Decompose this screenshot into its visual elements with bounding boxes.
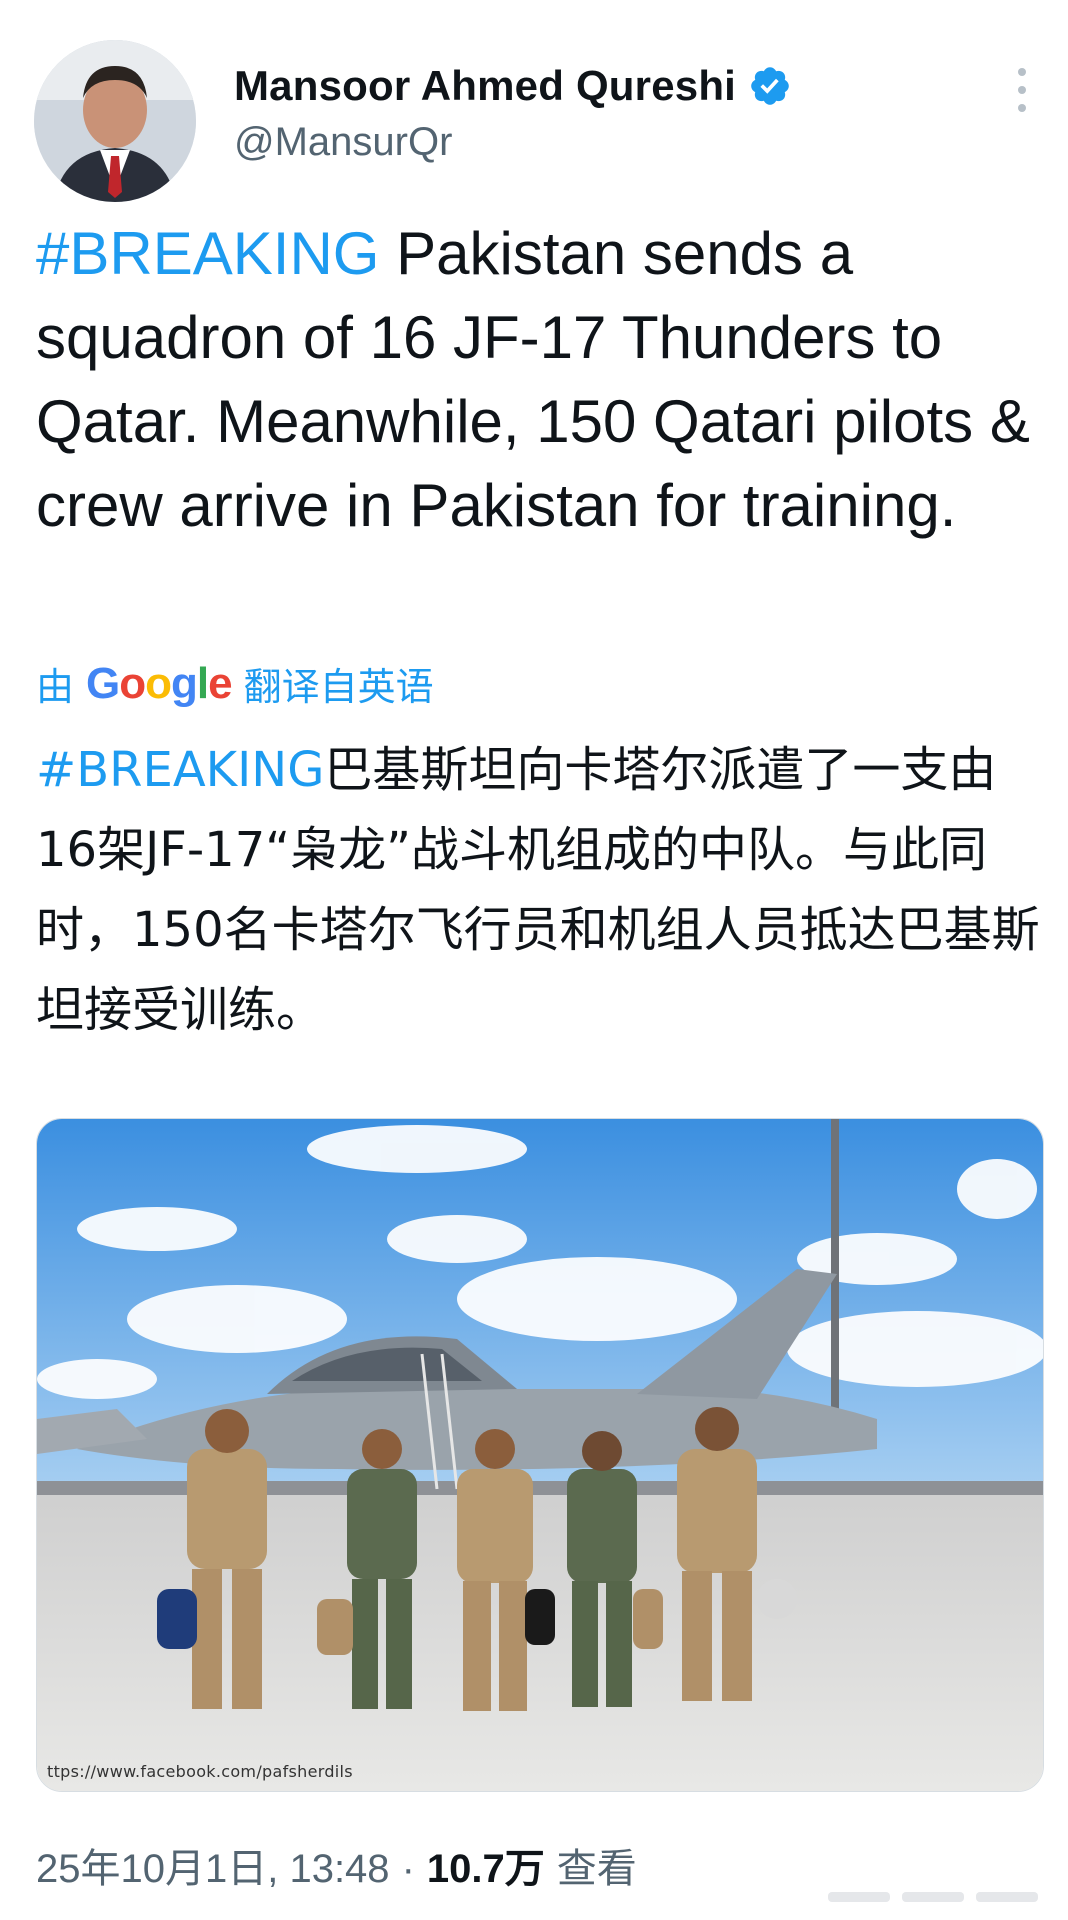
timestamp[interactable]: 25年10月1日, 13:48 xyxy=(36,1836,390,1894)
translation-attribution[interactable]: 由 Google 翻译自英语 xyxy=(36,656,434,711)
tweet-header: Mansoor Ahmed Qureshi @MansurQr xyxy=(0,0,1068,210)
photo-illustration xyxy=(37,1119,1043,1791)
display-name[interactable]: Mansoor Ahmed Qureshi xyxy=(234,62,736,110)
translation-suffix: 翻译自英语 xyxy=(243,667,434,709)
tweet-meta: 25年10月1日, 13:48 · 10.7万 查看 xyxy=(36,1836,637,1894)
media-credit: ttps://www.facebook.com/pafsherdils xyxy=(47,1762,353,1781)
more-options-icon[interactable] xyxy=(1016,68,1028,112)
bottom-placeholder-bars xyxy=(828,1892,1038,1902)
translation-prefix: 由 xyxy=(36,667,75,709)
avatar[interactable] xyxy=(34,40,196,202)
translated-hashtag-link[interactable]: #BREAKING xyxy=(36,742,324,798)
translated-text: #BREAKING巴基斯坦向卡塔尔派遣了一支由16架JF-17“枭龙”战斗机组成… xyxy=(36,730,1046,1050)
meta-separator: · xyxy=(401,1847,415,1891)
tweet-text: #BREAKING Pakistan sends a squadron of 1… xyxy=(36,212,1046,548)
media-photo[interactable]: ttps://www.facebook.com/pafsherdils xyxy=(36,1118,1044,1792)
handle[interactable]: @MansurQr xyxy=(234,120,452,165)
verified-badge-icon xyxy=(751,67,789,105)
views-count: 10.7万 xyxy=(426,1847,545,1891)
views-label: 查看 xyxy=(556,1847,637,1891)
google-logo: Google xyxy=(86,658,233,708)
hashtag-link[interactable]: #BREAKING xyxy=(36,220,379,287)
